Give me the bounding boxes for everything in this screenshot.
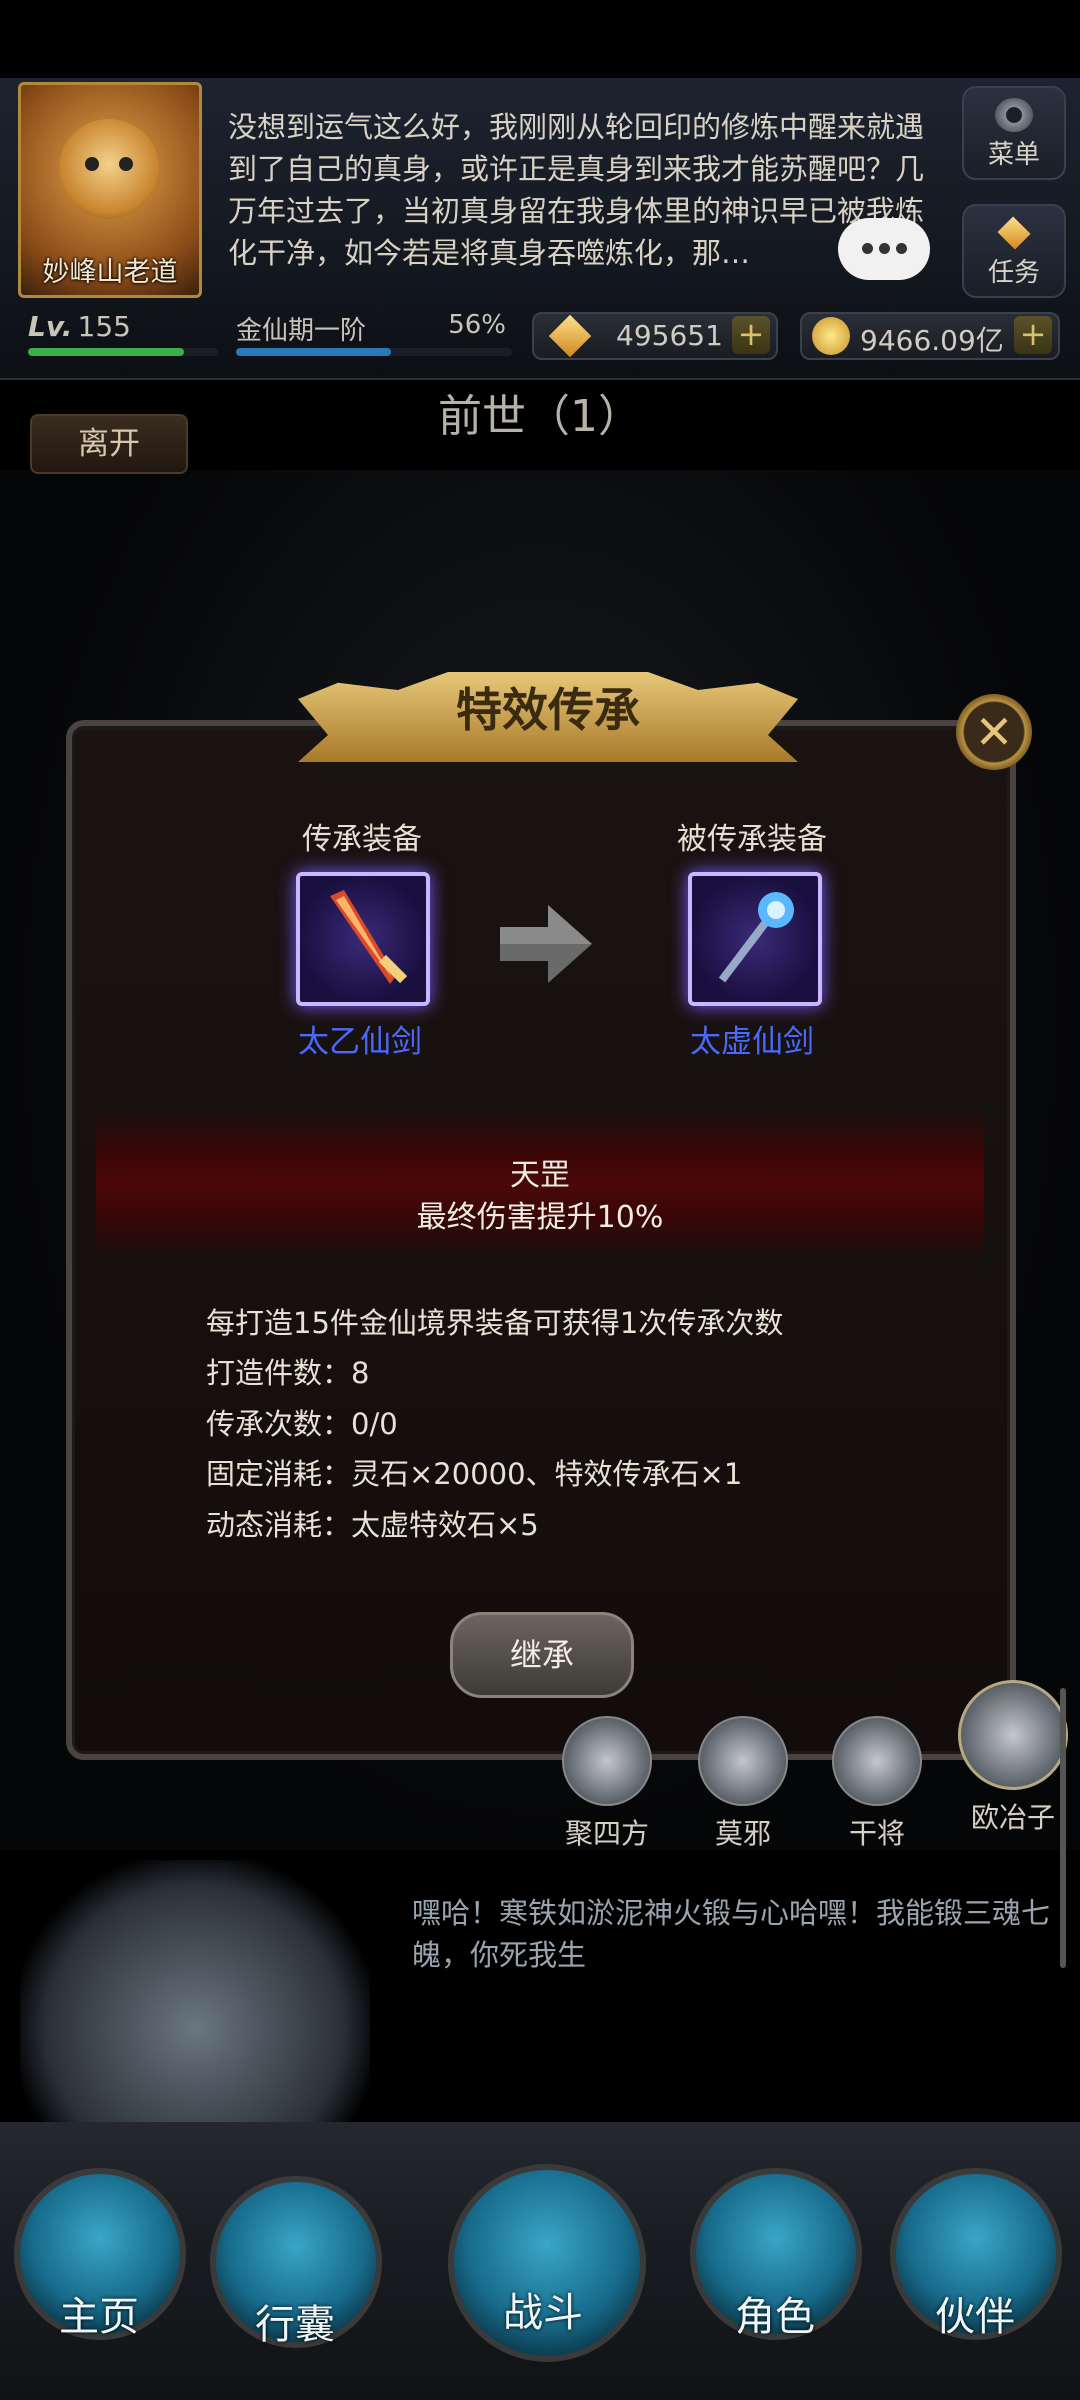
source-item-name: 太乙仙剑: [298, 1024, 422, 1060]
npc-portrait: [562, 1716, 652, 1806]
coin-count: 9466.09亿: [860, 324, 1004, 357]
nav-home-label: 主页: [59, 2294, 139, 2340]
player-avatar[interactable]: 妙峰山老道: [18, 82, 202, 298]
effect-description: 最终伤害提升10%: [416, 1200, 664, 1235]
npc-ou-ye-zi[interactable]: 欧冶子: [958, 1680, 1068, 1836]
nav-bag-label: 行囊: [255, 2302, 335, 2348]
menu-button[interactable]: 菜单: [962, 86, 1066, 180]
close-button[interactable]: ✕: [956, 694, 1032, 770]
level-value: 155: [77, 310, 131, 343]
nav-character-label: 角色: [735, 2294, 815, 2340]
menu-label: 菜单: [987, 140, 1040, 170]
npc-name: 聚四方: [564, 1817, 649, 1850]
scene-title: 前世（1）: [438, 391, 642, 442]
target-item-name: 太虚仙剑: [690, 1024, 814, 1060]
arrow-right-icon: [500, 905, 592, 983]
target-equip-label: 被传承装备: [677, 822, 827, 857]
player-name: 妙峰山老道: [42, 257, 178, 288]
npc-name: 欧冶子: [970, 1801, 1055, 1834]
npc-portrait: [832, 1716, 922, 1806]
gem-currency: 495651 +: [532, 312, 778, 360]
npc-mo-xie[interactable]: 莫邪: [698, 1716, 788, 1852]
npc-ju-si-fang[interactable]: 聚四方: [562, 1716, 652, 1852]
sacred-tree-image: [20, 1860, 370, 2140]
nav-partner[interactable]: 伙伴: [890, 2168, 1062, 2368]
realm-percent: 56%: [448, 310, 506, 340]
coin-currency: 9466.09亿 +: [800, 312, 1060, 360]
npc-portrait: [958, 1680, 1068, 1790]
task-label: 任务: [987, 258, 1040, 288]
target-item-slot[interactable]: [688, 872, 822, 1006]
add-coins-button[interactable]: +: [1014, 316, 1052, 354]
effect-name: 天罡: [510, 1158, 570, 1193]
add-gems-button[interactable]: +: [732, 316, 770, 354]
gem-task-icon: [997, 216, 1031, 250]
inherit-button[interactable]: 继承: [450, 1612, 634, 1698]
modal-title: 特效传承: [456, 683, 640, 737]
source-equip-label: 传承装备: [302, 822, 422, 857]
leave-button[interactable]: 离开: [30, 414, 188, 474]
nav-battle-label: 战斗: [503, 2290, 583, 2336]
npc-gan-jiang[interactable]: 干将: [832, 1716, 922, 1852]
nav-battle[interactable]: 战斗: [448, 2164, 646, 2364]
npc-story-text: 嘿哈！寒铁如淤泥神火锻与心哈嘿！我能锻三魂七魄，你死我生: [412, 1896, 1051, 1972]
info-dynamic-cost: 动态消耗：太虚特效石×5: [206, 1508, 539, 1542]
info-rule: 每打造15件金仙境界装备可获得1次传承次数: [206, 1306, 784, 1340]
npc-name: 干将: [848, 1817, 905, 1850]
npc-portrait: [698, 1716, 788, 1806]
gem-count: 495651: [616, 319, 723, 352]
gear-icon: [995, 98, 1033, 132]
info-fixed-cost: 固定消耗：灵石×20000、特效传承石×1: [206, 1457, 743, 1491]
task-button[interactable]: 任务: [962, 204, 1066, 298]
nav-character[interactable]: 角色: [690, 2168, 862, 2368]
staff-icon: [718, 892, 794, 983]
npc-scrollbar[interactable]: [1060, 1688, 1066, 1968]
sword-icon: [330, 890, 408, 984]
info-forge-count: 打造件数：8: [206, 1356, 370, 1390]
realm-progress-bar: [236, 348, 512, 356]
level-progress-bar: [28, 348, 218, 356]
level-prefix: Lv.: [28, 310, 73, 343]
tiger-face-icon: [59, 119, 159, 219]
npc-name: 莫邪: [714, 1817, 771, 1850]
chat-bubble-icon[interactable]: [838, 218, 930, 280]
gem-icon: [548, 314, 592, 358]
info-inherit-count: 传承次数：0/0: [206, 1407, 398, 1441]
level-display: Lv. 155: [28, 310, 218, 356]
realm-display: 金仙期一阶 56%: [236, 310, 512, 356]
nav-home[interactable]: 主页: [14, 2168, 186, 2368]
npc-dialog-text: 没想到运气这么好，我刚刚从轮回印的修炼中醒来就遇到了自己的真身，或许正是真身到来…: [228, 110, 925, 270]
realm-label: 金仙期一阶: [236, 316, 367, 346]
nav-bag[interactable]: 行囊: [210, 2176, 382, 2376]
coin-icon: [812, 317, 850, 355]
nav-partner-label: 伙伴: [935, 2294, 1015, 2340]
modal-title-banner: 特效传承: [298, 662, 798, 762]
close-icon: ✕: [974, 705, 1014, 759]
source-item-slot[interactable]: [296, 872, 430, 1006]
